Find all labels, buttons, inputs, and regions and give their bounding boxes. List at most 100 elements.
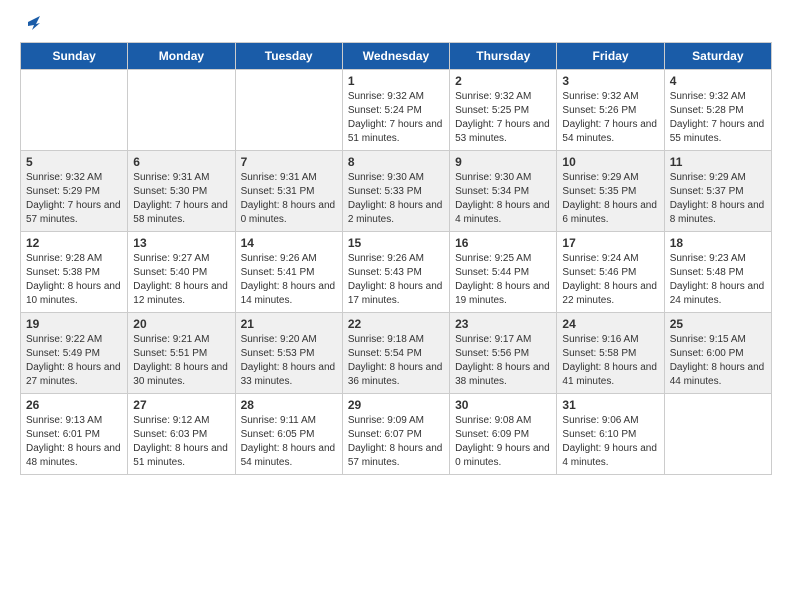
weekday-header-sunday: Sunday [21, 43, 128, 70]
day-cell: 31 Sunrise: 9:06 AM Sunset: 6:10 PM Dayli… [557, 394, 664, 475]
day-number: 14 [241, 236, 337, 250]
day-info: Sunrise: 9:32 AM Sunset: 5:25 PM Dayligh… [455, 90, 551, 146]
day-info: Sunrise: 9:26 AM Sunset: 5:41 PM Dayligh… [241, 252, 337, 308]
day-cell: 23 Sunrise: 9:17 AM Sunset: 5:56 PM Dayli… [450, 313, 557, 394]
day-info: Sunrise: 9:12 AM Sunset: 6:03 PM Dayligh… [133, 414, 229, 470]
day-info: Sunrise: 9:29 AM Sunset: 5:37 PM Dayligh… [670, 171, 766, 227]
day-info: Sunrise: 9:17 AM Sunset: 5:56 PM Dayligh… [455, 333, 551, 389]
day-number: 18 [670, 236, 766, 250]
day-cell: 1 Sunrise: 9:32 AM Sunset: 5:24 PM Daylig… [342, 70, 449, 151]
day-cell: 2 Sunrise: 9:32 AM Sunset: 5:25 PM Daylig… [450, 70, 557, 151]
day-cell: 18Sunrise: 9:23 AM Sunset: 5:48 PM Dayli… [664, 232, 771, 313]
week-row-4: 19 Sunrise: 9:22 AM Sunset: 5:49 PM Dayli… [21, 313, 772, 394]
weekday-header-thursday: Thursday [450, 43, 557, 70]
day-number: 5 [26, 155, 122, 169]
day-number: 17 [562, 236, 658, 250]
day-cell: 14 Sunrise: 9:26 AM Sunset: 5:41 PM Dayli… [235, 232, 342, 313]
day-cell [128, 70, 235, 151]
day-cell: 3 Sunrise: 9:32 AM Sunset: 5:26 PM Daylig… [557, 70, 664, 151]
day-info: Sunrise: 9:26 AM Sunset: 5:43 PM Dayligh… [348, 252, 444, 308]
day-number: 22 [348, 317, 444, 331]
weekday-header-friday: Friday [557, 43, 664, 70]
day-cell: 5 Sunrise: 9:32 AM Sunset: 5:29 PM Daylig… [21, 151, 128, 232]
day-cell [21, 70, 128, 151]
day-cell: 17 Sunrise: 9:24 AM Sunset: 5:46 PM Dayli… [557, 232, 664, 313]
header [20, 16, 772, 30]
day-info: Sunrise: 9:31 AM Sunset: 5:30 PM Dayligh… [133, 171, 229, 227]
day-cell: 13 Sunrise: 9:27 AM Sunset: 5:40 PM Dayli… [128, 232, 235, 313]
day-info: Sunrise: 9:28 AM Sunset: 5:38 PM Dayligh… [26, 252, 122, 308]
day-info: Sunrise: 9:27 AM Sunset: 5:40 PM Dayligh… [133, 252, 229, 308]
day-info: Sunrise: 9:13 AM Sunset: 6:01 PM Dayligh… [26, 414, 122, 470]
day-info: Sunrise: 9:24 AM Sunset: 5:46 PM Dayligh… [562, 252, 658, 308]
day-number: 8 [348, 155, 444, 169]
day-number: 16 [455, 236, 551, 250]
week-row-1: 1 Sunrise: 9:32 AM Sunset: 5:24 PM Daylig… [21, 70, 772, 151]
day-number: 15 [348, 236, 444, 250]
day-number: 31 [562, 398, 658, 412]
day-number: 25 [670, 317, 766, 331]
day-info: Sunrise: 9:20 AM Sunset: 5:53 PM Dayligh… [241, 333, 337, 389]
day-info: Sunrise: 9:30 AM Sunset: 5:34 PM Dayligh… [455, 171, 551, 227]
day-info: Sunrise: 9:06 AM Sunset: 6:10 PM Dayligh… [562, 414, 658, 470]
day-number: 19 [26, 317, 122, 331]
day-info: Sunrise: 9:30 AM Sunset: 5:33 PM Dayligh… [348, 171, 444, 227]
weekday-header-monday: Monday [128, 43, 235, 70]
day-number: 11 [670, 155, 766, 169]
day-info: Sunrise: 9:11 AM Sunset: 6:05 PM Dayligh… [241, 414, 337, 470]
day-info: Sunrise: 9:16 AM Sunset: 5:58 PM Dayligh… [562, 333, 658, 389]
day-info: Sunrise: 9:32 AM Sunset: 5:26 PM Dayligh… [562, 90, 658, 146]
day-info: Sunrise: 9:25 AM Sunset: 5:44 PM Dayligh… [455, 252, 551, 308]
day-number: 10 [562, 155, 658, 169]
day-cell: 11 Sunrise: 9:29 AM Sunset: 5:37 PM Dayli… [664, 151, 771, 232]
page: SundayMondayTuesdayWednesdayThursdayFrid… [0, 0, 792, 491]
day-number: 24 [562, 317, 658, 331]
day-number: 12 [26, 236, 122, 250]
day-info: Sunrise: 9:08 AM Sunset: 6:09 PM Dayligh… [455, 414, 551, 470]
day-number: 27 [133, 398, 229, 412]
day-number: 9 [455, 155, 551, 169]
day-number: 7 [241, 155, 337, 169]
day-cell: 15 Sunrise: 9:26 AM Sunset: 5:43 PM Dayli… [342, 232, 449, 313]
logo [20, 16, 44, 30]
day-cell: 21Sunrise: 9:20 AM Sunset: 5:53 PM Dayli… [235, 313, 342, 394]
day-number: 3 [562, 74, 658, 88]
day-number: 23 [455, 317, 551, 331]
day-info: Sunrise: 9:09 AM Sunset: 6:07 PM Dayligh… [348, 414, 444, 470]
day-cell: 27 Sunrise: 9:12 AM Sunset: 6:03 PM Dayli… [128, 394, 235, 475]
day-cell: 9 Sunrise: 9:30 AM Sunset: 5:34 PM Daylig… [450, 151, 557, 232]
day-cell: 24 Sunrise: 9:16 AM Sunset: 5:58 PM Dayli… [557, 313, 664, 394]
day-info: Sunrise: 9:31 AM Sunset: 5:31 PM Dayligh… [241, 171, 337, 227]
day-number: 26 [26, 398, 122, 412]
day-cell: 10 Sunrise: 9:29 AM Sunset: 5:35 PM Dayli… [557, 151, 664, 232]
week-row-2: 5 Sunrise: 9:32 AM Sunset: 5:29 PM Daylig… [21, 151, 772, 232]
day-info: Sunrise: 9:21 AM Sunset: 5:51 PM Dayligh… [133, 333, 229, 389]
weekday-header-wednesday: Wednesday [342, 43, 449, 70]
week-row-5: 26 Sunrise: 9:13 AM Sunset: 6:01 PM Dayli… [21, 394, 772, 475]
day-cell: 7 Sunrise: 9:31 AM Sunset: 5:31 PM Daylig… [235, 151, 342, 232]
day-number: 1 [348, 74, 444, 88]
day-number: 29 [348, 398, 444, 412]
day-cell: 6 Sunrise: 9:31 AM Sunset: 5:30 PM Daylig… [128, 151, 235, 232]
day-number: 6 [133, 155, 229, 169]
day-number: 2 [455, 74, 551, 88]
day-cell [664, 394, 771, 475]
day-info: Sunrise: 9:29 AM Sunset: 5:35 PM Dayligh… [562, 171, 658, 227]
day-number: 4 [670, 74, 766, 88]
day-cell: 12 Sunrise: 9:28 AM Sunset: 5:38 PM Dayli… [21, 232, 128, 313]
logo-bird-icon [22, 12, 44, 34]
day-cell: 20 Sunrise: 9:21 AM Sunset: 5:51 PM Dayli… [128, 313, 235, 394]
day-info: Sunrise: 9:22 AM Sunset: 5:49 PM Dayligh… [26, 333, 122, 389]
day-cell: 25Sunrise: 9:15 AM Sunset: 6:00 PM Dayli… [664, 313, 771, 394]
day-info: Sunrise: 9:32 AM Sunset: 5:24 PM Dayligh… [348, 90, 444, 146]
day-number: 20 [133, 317, 229, 331]
day-number: 28 [241, 398, 337, 412]
day-cell: 22Sunrise: 9:18 AM Sunset: 5:54 PM Dayli… [342, 313, 449, 394]
day-cell: 4Sunrise: 9:32 AM Sunset: 5:28 PM Daylig… [664, 70, 771, 151]
day-number: 30 [455, 398, 551, 412]
day-number: 13 [133, 236, 229, 250]
day-cell [235, 70, 342, 151]
day-info: Sunrise: 9:32 AM Sunset: 5:29 PM Dayligh… [26, 171, 122, 227]
weekday-header-row: SundayMondayTuesdayWednesdayThursdayFrid… [21, 43, 772, 70]
day-cell: 16 Sunrise: 9:25 AM Sunset: 5:44 PM Dayli… [450, 232, 557, 313]
